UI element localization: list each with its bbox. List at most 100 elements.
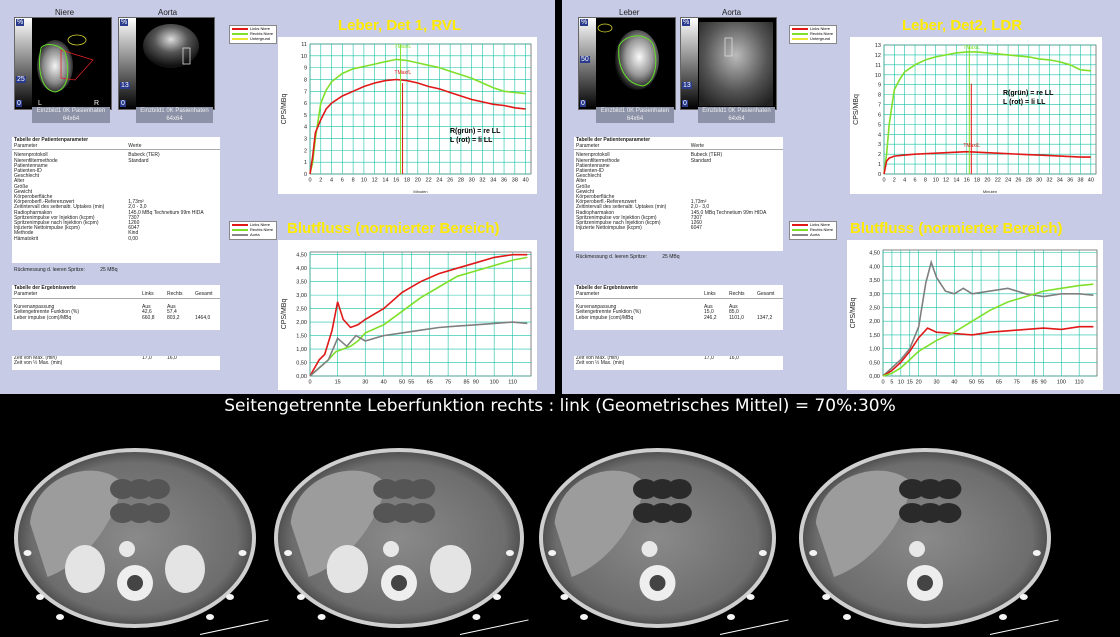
rib <box>809 550 818 556</box>
header-cell: Parameter <box>576 143 600 150</box>
x-tick-label: 5 <box>890 380 893 386</box>
time-cell <box>729 361 757 366</box>
bowel-loop <box>145 503 170 523</box>
liver-image-caption: Einzbild1 0K Pasienhaten 64x64 <box>596 107 674 123</box>
rib <box>317 614 326 620</box>
results-row: Leber impulse (com)/MBq 246,2 1101,0 1347,2 <box>574 314 783 321</box>
x-tick-label: 26 <box>447 178 453 184</box>
x-tick-label: 10 <box>933 178 939 184</box>
rib <box>746 594 755 600</box>
x-tick-label: 40 <box>951 380 957 386</box>
kidney-right <box>65 545 105 593</box>
y-tick-label: 2,00 <box>869 319 880 325</box>
x-tick-label: 8 <box>924 178 927 184</box>
x-tick-label: 20 <box>916 380 922 386</box>
x-tick-label: 55 <box>408 380 414 386</box>
x-tick-label: 14 <box>382 178 388 184</box>
aorta-scintigram[interactable]: % 13 0 <box>680 17 777 110</box>
ct-image <box>14 448 256 628</box>
scale-percent: % <box>16 19 25 26</box>
x-tick-label: 2 <box>319 178 322 184</box>
kidney-right <box>326 545 369 593</box>
header-cell: Parameter <box>576 291 600 298</box>
aorta-scintigram[interactable]: % 13 0 <box>118 17 215 110</box>
chart-svg: 0,00 0,50 1,00 1,50 2,00 2,50 3,00 3,50 4,00 4,50… <box>281 251 532 386</box>
ct-image <box>274 448 524 628</box>
liver-scintigram[interactable]: % 50 0 <box>578 17 676 110</box>
legend-note-green: R(grün) = re LL <box>1003 90 1054 97</box>
results-cell: 1347,2 <box>757 314 773 321</box>
image-label-liver: Leber <box>619 8 640 17</box>
rib <box>36 594 44 600</box>
ct-slice-2[interactable] <box>270 433 528 633</box>
rib <box>56 614 64 620</box>
y-tick-label: 2,50 <box>296 307 307 313</box>
x-tick-label: 24 <box>1005 178 1011 184</box>
image-size: 64x64 <box>626 116 644 122</box>
y-tick-label: 4,50 <box>296 253 307 259</box>
image-label-kidney: Niere <box>55 8 75 17</box>
liver-curve-chart[interactable]: 0 1 2 3 4 5 6 7 8 9 10 11 0 2 4 6 8 10 12 14 16 18 20 22 24 26 28 3… <box>278 37 537 194</box>
table-header: Parameter Werte <box>12 143 220 151</box>
y-tick-label: 1,50 <box>869 333 880 339</box>
color-scale-bar <box>15 18 32 109</box>
table-cell: 145,0 MBq Technetium 99m HIDA <box>128 209 204 216</box>
y-tick-label: 3 <box>304 137 307 143</box>
x-tick-label: 15 <box>907 380 913 386</box>
chart-title: Blutfluss (normierter Bereich) <box>850 220 1063 237</box>
tmax-annotation-green: TMax/L <box>963 45 980 51</box>
x-tick-label: 90 <box>473 380 479 386</box>
legend-text: Untergrund <box>250 36 271 41</box>
scale-percent: % <box>682 19 691 26</box>
x-tick-label: 0 <box>308 380 311 386</box>
x-axis-label: Minuten <box>413 189 427 194</box>
x-tick-label: 90 <box>1040 380 1046 386</box>
x-tick-label: 75 <box>1014 380 1020 386</box>
y-tick-label: 1,00 <box>296 347 307 353</box>
y-tick-label: 4,50 <box>869 251 880 257</box>
x-tick-label: 38 <box>1077 178 1083 184</box>
x-tick-label: 28 <box>458 178 464 184</box>
scale-value: 13 <box>682 82 692 89</box>
scale-zero: 0 <box>580 100 586 107</box>
tmax-annotation-green: TMax/L <box>395 44 412 50</box>
results-cell: 803,2 <box>167 314 180 321</box>
x-tick-label: 110 <box>1075 380 1084 386</box>
x-tick-label: 14 <box>953 178 959 184</box>
rib <box>472 614 481 620</box>
ct-slice-4[interactable] <box>795 433 1055 633</box>
x-axis-label: Minuten <box>983 189 997 194</box>
results-title: Tabelle der Ergebniswerte <box>14 285 76 291</box>
legend-note-red: L (rot) = li LL <box>450 137 493 144</box>
bloodflow-chart[interactable]: 0,00 0,50 1,00 1,50 2,00 2,50 3,00 3,50 4,00 4,50… <box>278 240 537 390</box>
x-tick-label: 16 <box>393 178 399 184</box>
legend-bottom: Links Niere Rechts Niere Aorta <box>229 221 277 240</box>
aorta-image-caption: Einzbild1 0K Pasienhaten 64x64 <box>136 107 213 123</box>
x-tick-label: 0 <box>881 380 884 386</box>
ct-image <box>539 448 776 628</box>
x-tick-label: 32 <box>1046 178 1052 184</box>
aorta-image-caption: Einzbild1 0K Pasienhaten 64x64 <box>698 107 775 123</box>
kidney-scintigram[interactable]: % 25 0 L R <box>14 17 112 110</box>
y-tick-label: 1,00 <box>869 347 880 353</box>
x-tick-label: 12 <box>372 178 378 184</box>
y-tick-label: 2 <box>878 152 881 158</box>
scale-value: 50 <box>580 56 590 63</box>
y-tick-label: 1 <box>878 162 881 168</box>
y-tick-label: 0,00 <box>869 374 880 380</box>
x-tick-label: 38 <box>512 178 518 184</box>
plot-area <box>882 249 1098 377</box>
bowel-loop <box>667 479 692 499</box>
ct-slice-3[interactable] <box>535 433 780 633</box>
image-label-aorta: Aorta <box>158 8 178 17</box>
image-size: 64x64 <box>728 116 745 122</box>
bloodflow-chart[interactable]: 0,00 0,50 1,00 1,50 2,00 2,50 3,00 3,50 4,00 4,50… <box>847 240 1103 390</box>
x-tick-label: 0 <box>882 178 885 184</box>
liver-curve-chart[interactable]: 0 1 2 3 4 5 6 7 8 9 10 11 12 13 0 2 4 6 8 10 12 14 16 18 20 22 24 2… <box>850 37 1102 194</box>
x-tick-label: 16 <box>964 178 970 184</box>
ct-slice-1[interactable] <box>10 433 260 633</box>
chart-title: Leber, Det 1, RVL <box>338 17 462 34</box>
results-table: Tabelle der Ergebniswerte Parameter Links R… <box>12 285 220 330</box>
time-cell: Zeit von ½ Max. (min) <box>576 360 625 367</box>
y-tick-label: 7 <box>878 103 881 109</box>
